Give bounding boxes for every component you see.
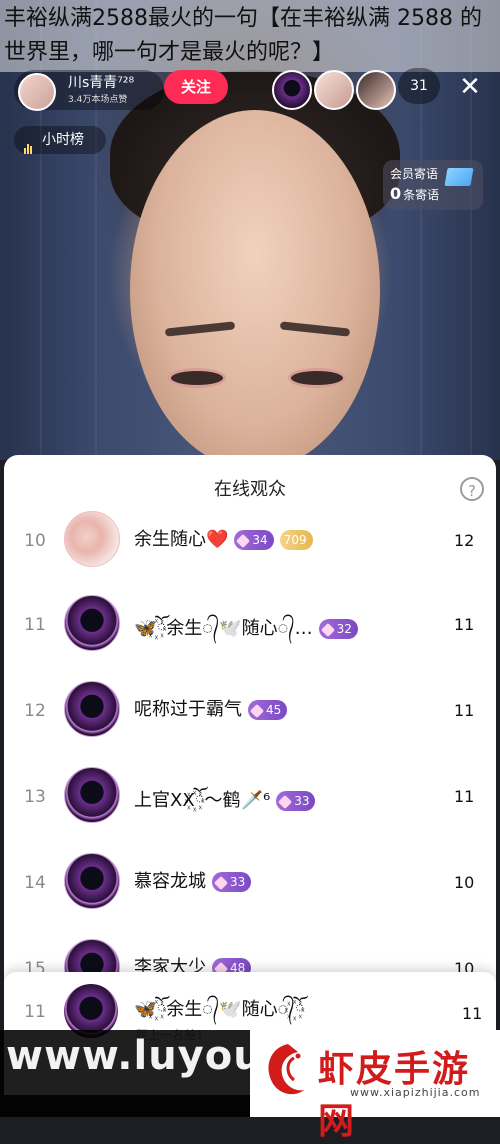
viewer-count[interactable]: 31	[398, 68, 440, 104]
audience-name: 余生随心❤️ 34 709	[134, 525, 313, 551]
audience-rank: 14	[24, 873, 46, 893]
audience-rank: 10	[24, 531, 46, 551]
audience-score: 11	[454, 615, 475, 634]
audience-avatar[interactable]	[64, 681, 120, 737]
audience-score: 11	[454, 787, 475, 806]
brand-url: www.xiapizhijia.com	[350, 1086, 481, 1099]
level-badge: 34	[234, 530, 274, 550]
anchor-name: 川s青青⁷²⁸	[68, 75, 135, 91]
level-badge: 33	[276, 791, 316, 811]
audience-score: 10	[454, 873, 475, 892]
audience-avatar[interactable]	[64, 595, 120, 651]
level-badge: 32	[318, 619, 358, 639]
audience-name: 呢称过于霸气 45	[134, 695, 288, 721]
audience-rank: 11	[24, 615, 46, 635]
audience-avatar[interactable]	[64, 767, 120, 823]
my-rank: 11	[24, 1002, 46, 1022]
audience-score: 11	[454, 701, 475, 720]
top-viewer-avatar[interactable]	[314, 70, 354, 110]
audience-row[interactable]: 13 上官XX꙰ོ〜鹤🗡️⁶ 33 11	[4, 753, 496, 839]
top-viewer-avatar[interactable]	[356, 70, 396, 110]
anchor-avatar[interactable]	[18, 73, 56, 111]
audience-rank: 13	[24, 787, 46, 807]
streamer-face	[130, 110, 380, 460]
close-icon[interactable]: ✕	[455, 70, 485, 104]
audience-name: 慕容龙城 33	[134, 867, 252, 893]
hourly-rank-button[interactable]: 小时榜	[14, 126, 106, 154]
streamer-right-eye	[288, 368, 346, 388]
audience-row[interactable]: 12 呢称过于霸气 45 11	[4, 667, 496, 753]
fan-badge: 709	[279, 530, 313, 550]
hourly-rank-label: 小时榜	[42, 132, 84, 148]
audience-name: 🦋꙰ོ余生᭄🕊️随心᭄… 32	[134, 609, 358, 659]
envelope-icon	[444, 168, 474, 186]
audience-row[interactable]: 10 余生随心❤️ 34 709 12	[4, 497, 496, 583]
article-headline: 丰裕纵满2588最火的一句【在丰裕纵满 2588 的世界里，哪一句才是最火的呢？…	[0, 0, 500, 72]
level-badge: 45	[248, 700, 288, 720]
level-badge: 33	[212, 872, 252, 892]
audience-avatar[interactable]	[64, 511, 120, 567]
audience-avatar[interactable]	[64, 853, 120, 909]
audience-score: 12	[454, 531, 475, 550]
site-watermark-text: www.luyoush.n	[0, 1030, 362, 1117]
bar-chart-icon	[24, 126, 36, 154]
audience-name: 上官XX꙰ོ〜鹤🗡️⁶ 33	[134, 781, 316, 831]
vip-message-count: 0 条寄语	[390, 184, 440, 203]
anchor-likes: 3.4万本场点赞	[68, 95, 128, 105]
top-viewer-avatar[interactable]	[272, 70, 312, 110]
follow-button[interactable]: 关注	[164, 70, 228, 104]
audience-row[interactable]: 14 慕容龙城 33 10	[4, 839, 496, 925]
my-score: 11	[462, 1004, 483, 1023]
shrimp-logo-icon	[268, 1044, 304, 1095]
audience-row[interactable]: 11 🦋꙰ོ余生᭄🕊️随心᭄… 32 11	[4, 581, 496, 667]
vip-message-title: 会员寄语	[390, 167, 439, 181]
audience-rank: 12	[24, 701, 46, 721]
streamer-left-eye	[168, 368, 226, 388]
